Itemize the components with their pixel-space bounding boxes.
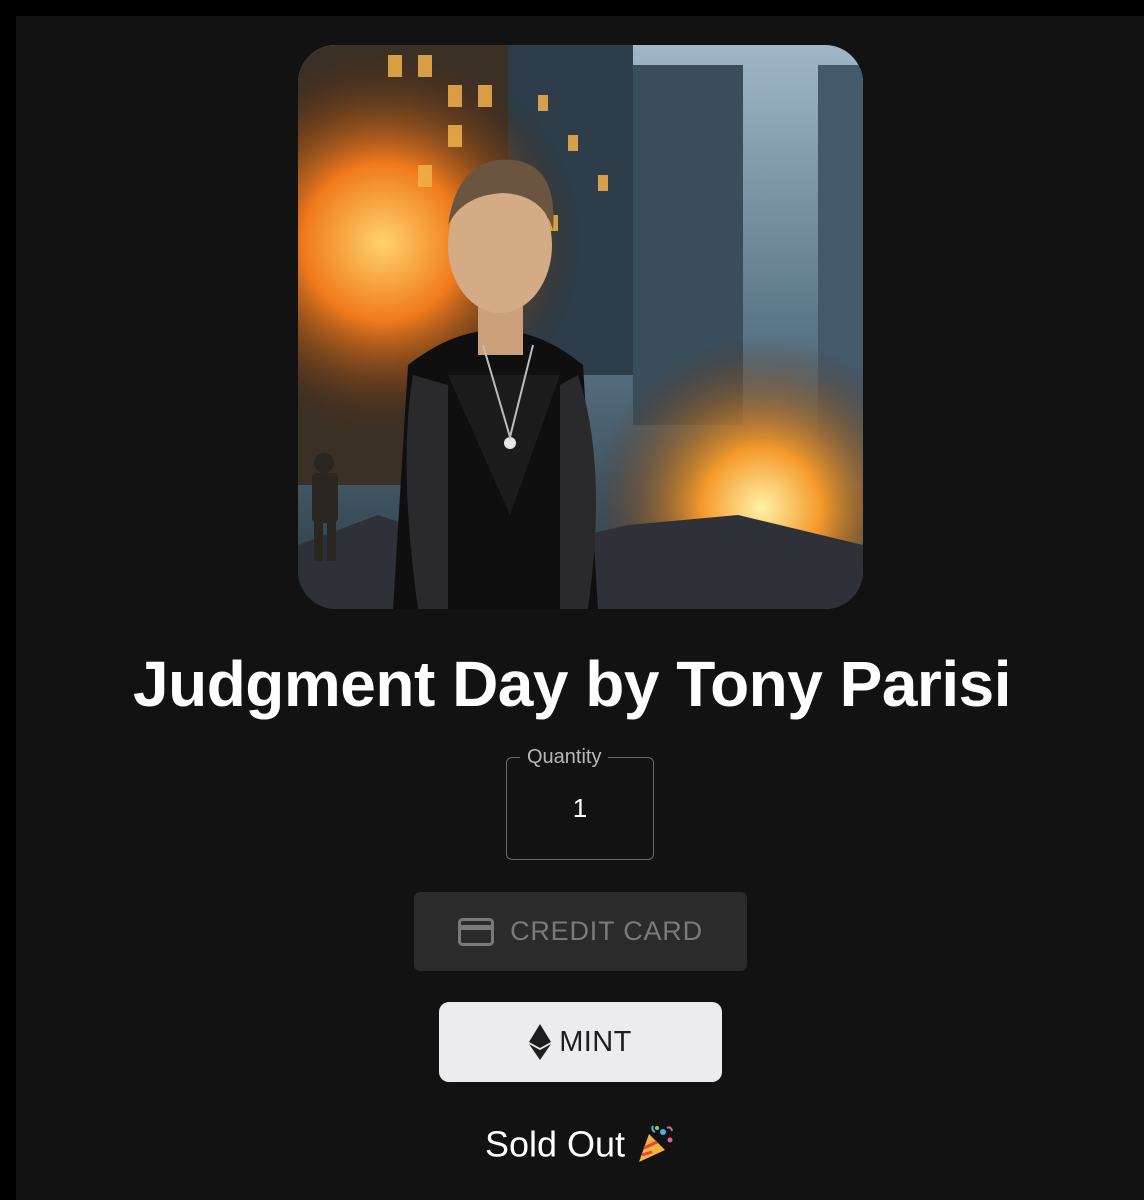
credit-card-button[interactable]: CREDIT CARD <box>414 892 747 971</box>
credit-card-icon <box>458 917 495 946</box>
artwork-image <box>298 45 863 609</box>
ethereum-icon <box>529 1024 552 1060</box>
sold-out-text: Sold Out <box>484 1123 626 1165</box>
nft-artwork <box>298 45 863 609</box>
mint-button[interactable]: MINT <box>439 1002 722 1082</box>
credit-card-label: CREDIT CARD <box>510 916 703 946</box>
quantity-value[interactable]: 1 <box>506 790 654 826</box>
sold-out-status: Sold Out <box>0 1118 1144 1168</box>
party-popper-icon <box>639 1126 674 1163</box>
mint-label: MINT <box>559 1025 632 1058</box>
nft-title: Judgment Day by Tony Parisi <box>133 648 1011 720</box>
quantity-label: Quantity <box>520 744 609 770</box>
